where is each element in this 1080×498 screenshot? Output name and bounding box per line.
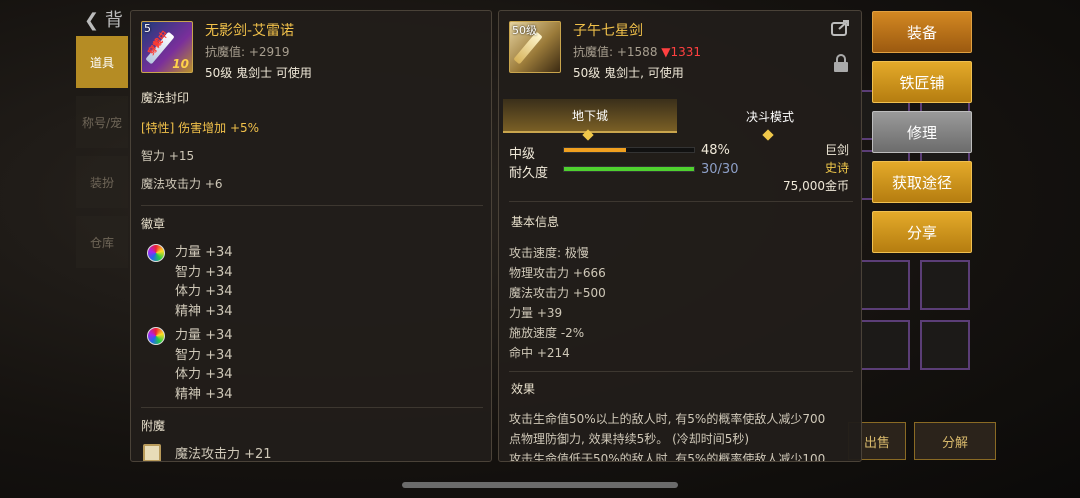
tab-dungeon[interactable]: 地下城 (503, 99, 677, 133)
nav-storage[interactable]: 仓库 (76, 216, 128, 268)
weapon-type: 巨剑 (824, 143, 849, 157)
share-icon[interactable] (831, 19, 851, 37)
inventory-slot[interactable] (860, 260, 910, 310)
equipped-item-icon[interactable]: 5 穿戴中 10 (141, 21, 193, 73)
emblem-stat: 力量 +34 (175, 245, 233, 260)
magic-resist: 抗魔值: +1588 ▼1331 (573, 43, 701, 60)
share-button[interactable]: 分享 (872, 211, 972, 253)
emblem-title: 徽章 (141, 217, 166, 231)
item-requirement: 50级 鬼剑士, 可使用 (573, 66, 684, 80)
effect-line: 点物理防御力, 效果持续5秒。 (冷却时间5秒) (509, 432, 750, 446)
lock-icon[interactable] (833, 53, 849, 73)
inventory-slot[interactable] (920, 320, 970, 370)
equipped-item-panel[interactable]: 5 穿戴中 10 无影剑-艾雷诺 抗魔值: +2919 50级 鬼剑士 可使用 … (130, 10, 492, 462)
basic-stat: 物理攻击力 +666 (509, 266, 606, 280)
equip-button[interactable]: 装备 (872, 11, 972, 53)
basic-info-list: 攻击速度: 极慢 物理攻击力 +666 魔法攻击力 +500 力量 +39 施放… (509, 243, 606, 363)
emblem-orb-icon (147, 244, 165, 262)
emblem-stat: 力量 +34 (175, 328, 233, 343)
disassemble-button[interactable]: 分解 (914, 422, 996, 460)
magic-resist-value: 抗魔值: +1588 (573, 45, 658, 59)
price: 75,000金币 (783, 179, 849, 193)
repair-button[interactable]: 修理 (872, 111, 972, 153)
basic-stat: 施放速度 -2% (509, 326, 585, 340)
emblem-orb-icon (147, 327, 165, 345)
basic-stat: 命中 +214 (509, 346, 570, 360)
compare-item-panel[interactable]: 50级 子午七星剑 抗魔值: +1588 ▼1331 50级 鬼剑士, 可使用 … (498, 10, 862, 462)
seal-stat: 智力 +15 (141, 149, 195, 163)
seal-trait: [特性] 伤害增加 +5% (141, 121, 260, 135)
icon-level: 5 (144, 22, 151, 35)
tab-duel[interactable]: 决斗模式 (683, 99, 857, 133)
reinforce-badge: 10 (172, 57, 189, 71)
resist-diff: ▼1331 (661, 45, 702, 59)
emblem-stat: 精神 +34 (175, 386, 233, 402)
nav-avatar[interactable]: 装扮 (76, 156, 128, 208)
nav-items[interactable]: 道具 (76, 36, 128, 88)
emblem-stat: 体力 +34 (175, 367, 233, 382)
effect-line: 攻击生命值50%以上的敌人时, 有5%的概率使敌人减少700 (509, 412, 826, 426)
divider (141, 407, 483, 408)
effect-text: 攻击生命值50%以上的敌人时, 有5%的概率使敌人减少700 点物理防御力, 效… (509, 409, 826, 462)
tab-label: 地下城 (571, 108, 608, 123)
basic-stat: 魔法攻击力 +500 (509, 286, 606, 300)
seal-title: 魔法封印 (141, 91, 190, 105)
enchant-title: 附魔 (141, 419, 166, 433)
emblem-stats-2: 力量 +34 智力 +34 体力 +34 精神 +34 (175, 326, 233, 404)
blacksmith-button[interactable]: 铁匠铺 (872, 61, 972, 103)
emblem-stat: 精神 +34 (175, 303, 233, 319)
inventory-nav: 道具 称号/宠 装扮 仓库 (76, 36, 128, 286)
back-label: 背 (104, 10, 123, 31)
tab-label: 决斗模式 (745, 109, 794, 124)
nav-titles[interactable]: 称号/宠 (76, 96, 128, 148)
effect-line: 攻击生命值低于50%的敌人时, 有5%的概率使敌人减少100 (509, 452, 826, 462)
enchant-stat: 魔法攻击力 +21 (175, 447, 272, 462)
back-icon[interactable]: ❮ 背 (84, 6, 123, 32)
effect-title: 效果 (511, 382, 536, 396)
obtain-route-button[interactable]: 获取途径 (872, 161, 972, 203)
grade-label: 中级 (509, 147, 536, 162)
enchant-card-icon (143, 444, 161, 461)
durability-value: 30/30 (701, 162, 739, 177)
divider (509, 201, 853, 202)
divider (141, 205, 483, 206)
basic-info-title: 基本信息 (511, 215, 560, 229)
compare-item-icon[interactable]: 50级 (509, 21, 561, 73)
basic-stat: 攻击速度: 极慢 (509, 246, 589, 260)
rarity: 史诗 (824, 161, 849, 175)
mode-tabs: 地下城 决斗模式 (503, 99, 857, 141)
emblem-stat: 智力 +34 (175, 347, 233, 363)
item-name: 无影剑-艾雷诺 (205, 23, 295, 39)
emblem-stats-1: 力量 +34 智力 +34 体力 +34 精神 +34 (175, 243, 233, 321)
durability-label: 耐久度 (509, 166, 549, 181)
emblem-stat: 体力 +34 (175, 284, 233, 299)
seal-stat: 魔法攻击力 +6 (141, 177, 223, 191)
inventory-slot[interactable] (860, 320, 910, 370)
emblem-stat: 智力 +34 (175, 264, 233, 280)
item-requirement: 50级 鬼剑士 可使用 (205, 66, 312, 80)
item-name: 子午七星剑 (573, 23, 643, 39)
icon-level: 50级 (512, 24, 537, 37)
basic-stat: 力量 +39 (509, 306, 563, 320)
magic-resist: 抗魔值: +2919 (205, 45, 290, 59)
durability-bar (563, 166, 695, 172)
durability-bar-fill (564, 167, 694, 171)
grade-bar (563, 147, 695, 153)
home-indicator[interactable] (402, 482, 678, 488)
grade-bar-fill (564, 148, 627, 152)
grade-percent: 48% (701, 143, 730, 158)
inventory-slot[interactable] (920, 260, 970, 310)
divider (509, 371, 853, 372)
